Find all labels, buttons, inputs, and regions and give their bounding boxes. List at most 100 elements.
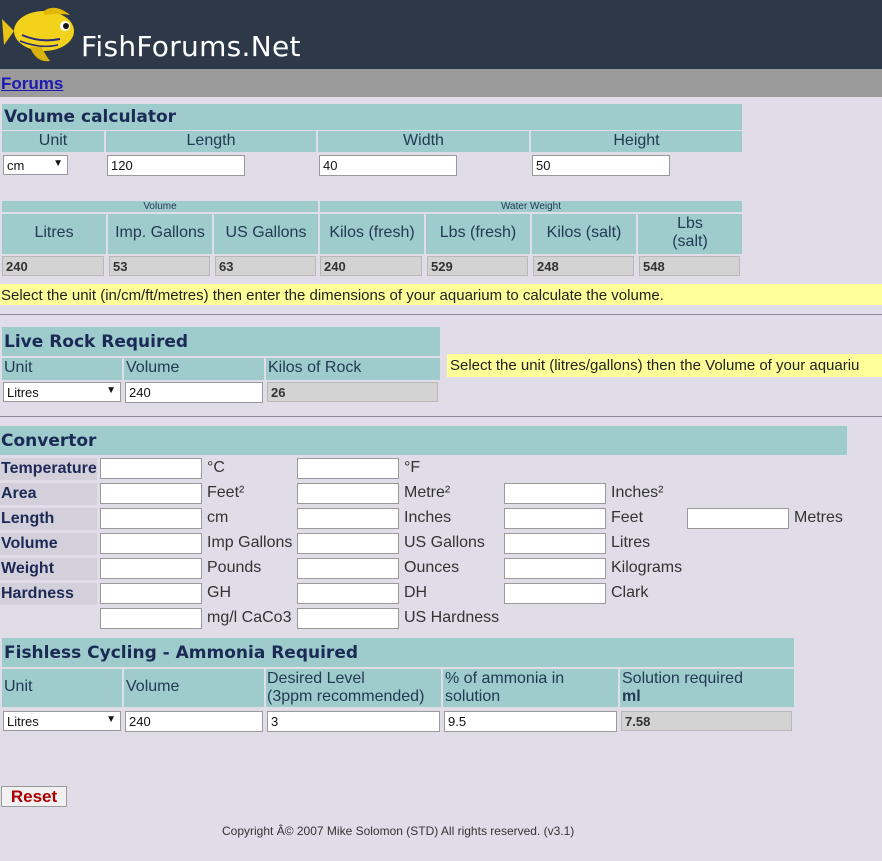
conv-unit-caco3: mg/l CaCo3 [207, 609, 292, 626]
group-label-water-weight: Water Weight [320, 201, 742, 212]
conv-unit-us-gallons: US Gallons [404, 534, 485, 551]
col-header-height: Height [531, 131, 742, 152]
divider [0, 314, 882, 315]
conv-label-hardness: Hardness [0, 583, 97, 605]
conv-fahrenheit-input[interactable] [297, 458, 399, 479]
conv-feet-input[interactable] [504, 508, 606, 529]
live-rock-unit-select[interactable]: Litres ▼ [3, 382, 121, 402]
conv-cm-input[interactable] [100, 508, 202, 529]
out-litres: 240 [2, 256, 104, 276]
conv-us-gallons-input[interactable] [297, 533, 399, 554]
conv-unit-gh: GH [207, 584, 231, 601]
reset-button[interactable]: Reset [1, 786, 67, 807]
conv-celsius-input[interactable] [100, 458, 202, 479]
col-header-unit: Unit [2, 131, 104, 152]
conv-feet2-input[interactable] [100, 483, 202, 504]
conv-metres-input[interactable] [687, 508, 789, 529]
fishless-volume-input[interactable]: 240 [125, 711, 263, 732]
conv-clark-input[interactable] [504, 583, 606, 604]
out-us-gallons: 63 [215, 256, 316, 276]
fishless-col-level-line2: (3ppm recommended) [267, 688, 425, 705]
conv-caco3-input[interactable] [100, 608, 202, 629]
fishless-col-level-line1: Desired Level [267, 670, 365, 687]
group-label-volume: Volume [2, 201, 318, 212]
conv-kilograms-input[interactable] [504, 558, 606, 579]
conv-unit-litres: Litres [611, 534, 651, 551]
volume-unit-select[interactable]: cm ▼ [3, 155, 68, 175]
site-header: FishForums.Net [0, 0, 882, 69]
out-kilos-fresh: 240 [320, 256, 422, 276]
chevron-down-icon: ▼ [53, 158, 63, 169]
fishless-unit-select[interactable]: Litres ▼ [3, 711, 121, 731]
conv-unit-metre2: Metre² [404, 484, 451, 501]
divider [0, 416, 882, 417]
width-input[interactable]: 40 [319, 155, 457, 176]
out-header-kilos-fresh: Kilos (fresh) [320, 214, 424, 254]
live-rock-kilos-output: 26 [267, 382, 438, 402]
live-rock-col-kilos: Kilos of Rock [266, 358, 440, 380]
out-imp-gallons: 53 [109, 256, 210, 276]
conv-label-area: Area [0, 483, 97, 505]
conv-inches2-input[interactable] [504, 483, 606, 504]
conv-unit-imp-gallons: Imp Gallons [207, 534, 293, 551]
live-rock-col-unit: Unit [2, 358, 122, 380]
out-lbs-fresh: 529 [427, 256, 528, 276]
conv-unit-pounds: Pounds [207, 559, 262, 576]
forums-link[interactable]: Forums [1, 74, 63, 94]
conv-unit-cm: cm [207, 509, 229, 526]
conv-unit-clark: Clark [611, 584, 649, 601]
live-rock-volume-input[interactable]: 240 [125, 382, 263, 403]
volume-calc-note: Select the unit (in/cm/ft/metres) then e… [0, 284, 882, 305]
conv-unit-celsius: °C [207, 459, 225, 476]
conv-pounds-input[interactable] [100, 558, 202, 579]
length-input[interactable]: 120 [107, 155, 245, 176]
volume-unit-value: cm [7, 158, 25, 173]
conv-unit-us-hardness: US Hardness [404, 609, 500, 626]
conv-metre2-input[interactable] [297, 483, 399, 504]
conv-inches-input[interactable] [297, 508, 399, 529]
out-header-kilos-salt: Kilos (salt) [532, 214, 636, 254]
conv-label-volume: Volume [0, 533, 97, 555]
conv-unit-feet2: Feet² [207, 484, 245, 501]
conv-imp-gallons-input[interactable] [100, 533, 202, 554]
live-rock-note: Select the unit (litres/gallons) then th… [447, 354, 882, 377]
conv-unit-dh: DH [404, 584, 428, 601]
fishless-pct-input[interactable]: 9.5 [444, 711, 617, 732]
fishless-title: Fishless Cycling - Ammonia Required [4, 643, 359, 663]
out-lbs-salt: 548 [639, 256, 740, 276]
conv-ounces-input[interactable] [297, 558, 399, 579]
out-header-imp-gallons: Imp. Gallons [108, 214, 212, 254]
height-input[interactable]: 50 [532, 155, 670, 176]
fishless-col-solution-line1: Solution required [622, 670, 743, 687]
copyright-text: Copyright Â© 2007 Mike Solomon (STD) All… [222, 824, 575, 838]
fishless-col-pct-line1: % of ammonia in [445, 670, 565, 687]
conv-us-hardness-input[interactable] [297, 608, 399, 629]
fishless-col-volume: Volume [124, 669, 264, 707]
conv-dh-input[interactable] [297, 583, 399, 604]
conv-gh-input[interactable] [100, 583, 202, 604]
out-header-us-gallons: US Gallons [214, 214, 318, 254]
out-header-lbs-salt: Lbs (salt) [638, 214, 742, 254]
site-title: FishForums.Net [81, 30, 301, 63]
volume-calc-title: Volume calculator [4, 107, 177, 127]
fishless-col-pct: % of ammonia in solution [443, 669, 618, 707]
out-kilos-salt: 248 [533, 256, 634, 276]
conv-label-length: Length [0, 508, 97, 530]
out-header-litres: Litres [2, 214, 106, 254]
conv-unit-metres: Metres [794, 509, 843, 526]
fishless-col-solution: Solution required ml [620, 669, 794, 707]
fishless-col-level: Desired Level (3ppm recommended) [266, 669, 441, 707]
col-header-width: Width [318, 131, 529, 152]
fishless-col-solution-line2: ml [622, 688, 641, 705]
conv-unit-inches2: Inches² [611, 484, 664, 501]
live-rock-col-volume: Volume [124, 358, 264, 380]
fishless-col-unit: Unit [2, 669, 122, 707]
conv-unit-fahrenheit: °F [404, 459, 421, 476]
conv-litres-input[interactable] [504, 533, 606, 554]
yellow-fish-logo-icon[interactable] [0, 1, 84, 67]
fishless-level-input[interactable]: 3 [267, 711, 440, 732]
conv-unit-inches: Inches [404, 509, 452, 526]
convertor-title-bar [0, 426, 847, 455]
conv-unit-kilograms: Kilograms [611, 559, 683, 576]
conv-label-temperature: Temperature [0, 458, 97, 480]
